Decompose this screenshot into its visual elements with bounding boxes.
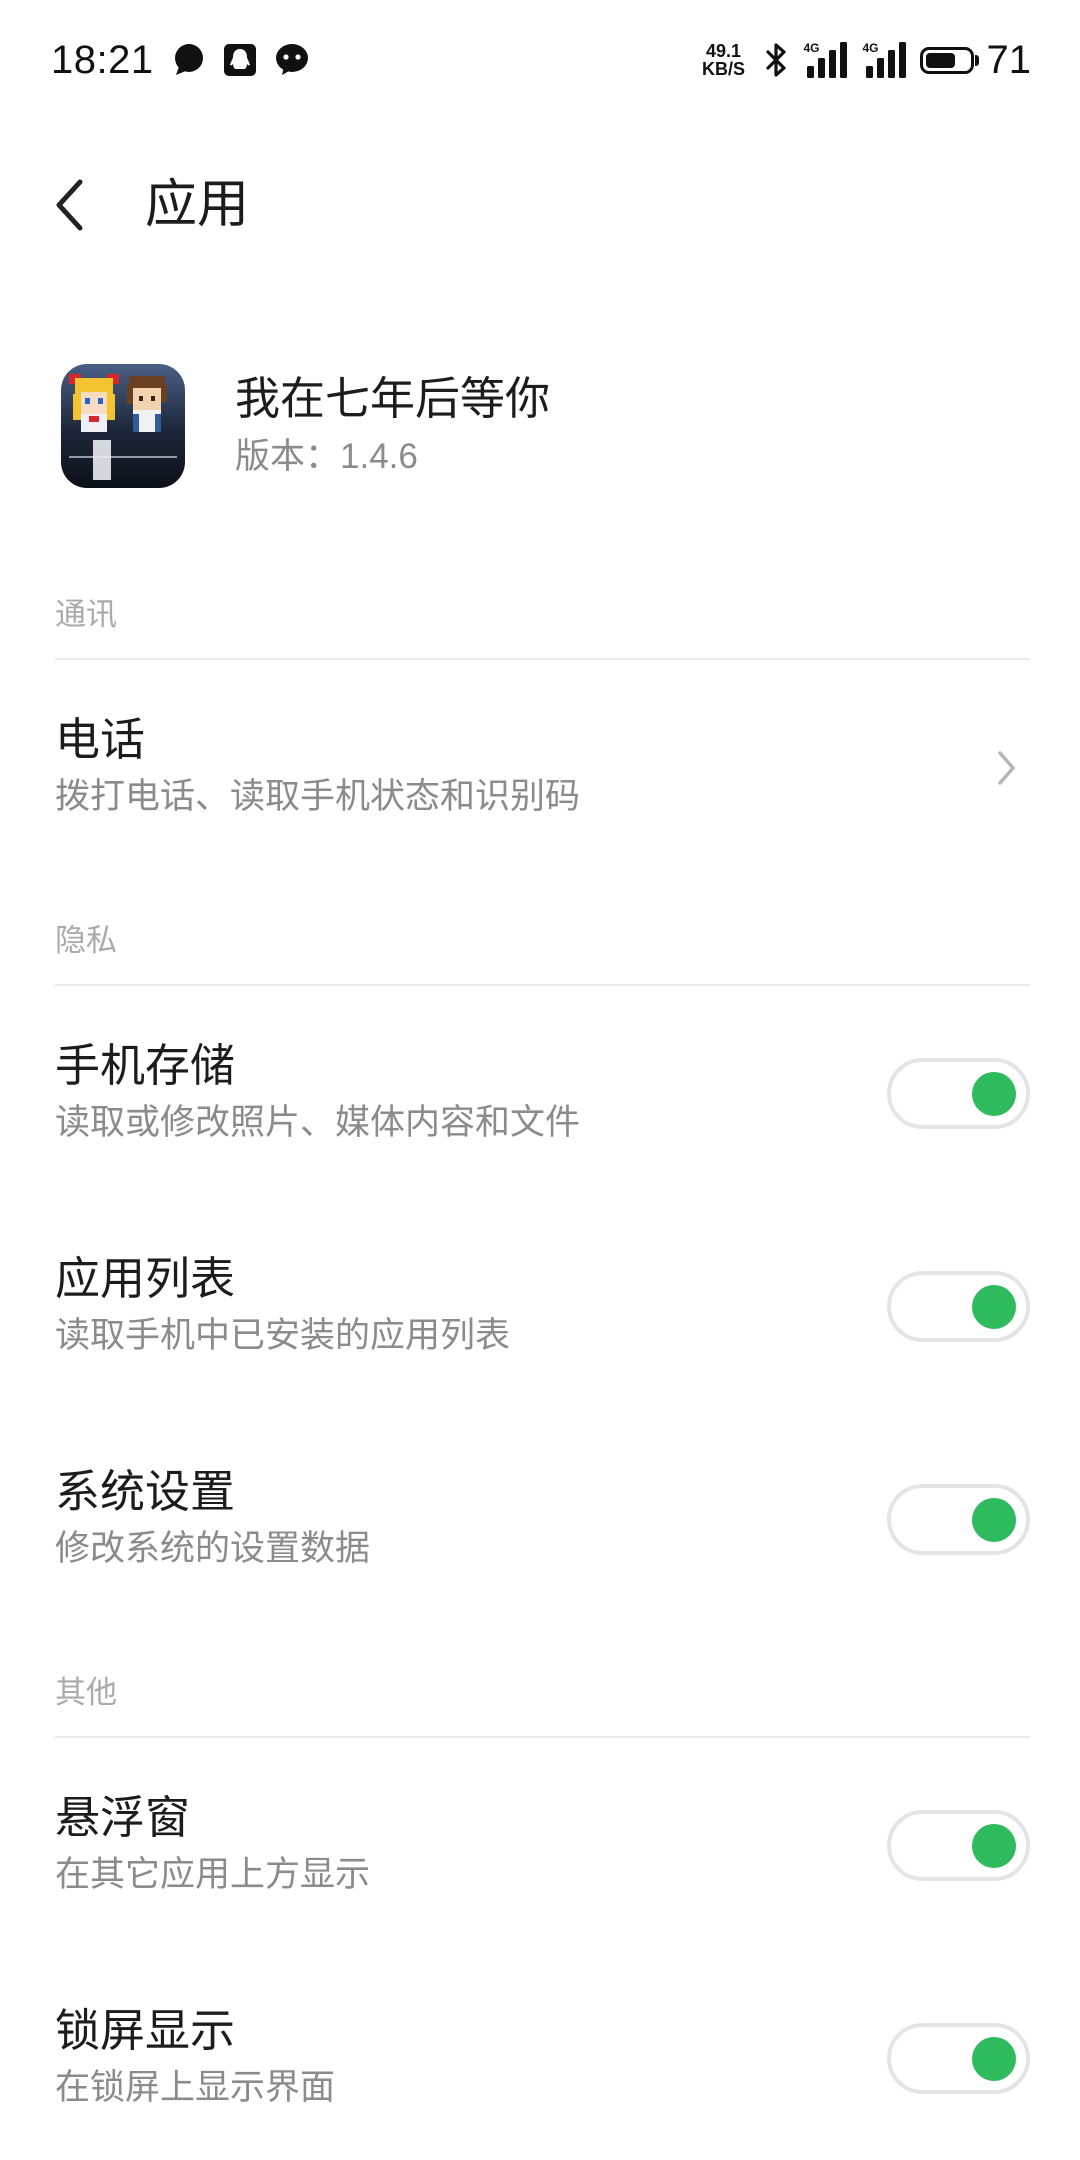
toggle-knob: [972, 1823, 1016, 1868]
bluetooth-icon: [762, 42, 790, 78]
permission-description: 修改系统的设置数据: [55, 1529, 371, 1568]
permission-item-storage: 手机存储 读取或修改照片、媒体内容和文件: [0, 986, 1080, 1199]
section-privacy: 隐私 手机存储 读取或修改照片、媒体内容和文件 应用列表 读取手机中已安装的应用…: [0, 873, 1080, 1625]
status-time: 18:21: [51, 38, 154, 82]
toggle-floating-window[interactable]: [887, 1810, 1030, 1881]
section-header: 隐私: [55, 873, 1030, 986]
toggle-knob: [972, 1497, 1016, 1542]
battery-fill: [925, 52, 956, 68]
permission-description: 在其它应用上方显示: [55, 1855, 371, 1894]
toggle-lock-screen-display[interactable]: [887, 2023, 1030, 2094]
permission-title: 系统设置: [55, 1466, 236, 1517]
permission-title: 悬浮窗: [55, 1792, 191, 1843]
battery-icon: [919, 46, 979, 74]
toggle-app-list[interactable]: [887, 1271, 1030, 1342]
section-title: 通讯: [55, 597, 117, 632]
battery-percent: 71: [986, 38, 1032, 82]
network-speed-value: 49.1: [705, 41, 742, 61]
toggle-storage[interactable]: [887, 1058, 1030, 1129]
section-header: 其他: [55, 1625, 1030, 1738]
permission-title: 手机存储: [55, 1040, 236, 1091]
signal-sim2-icon: 4G: [863, 42, 910, 78]
battery-inner: [925, 52, 968, 68]
sim2-network-type: 4G: [862, 41, 879, 55]
toggle-knob: [972, 2036, 1016, 2081]
header: 应用: [0, 120, 1080, 290]
section-title: 其他: [55, 1675, 117, 1710]
permission-item-floating-window: 悬浮窗 在其它应用上方显示: [0, 1738, 1080, 1951]
permission-item-system-settings: 系统设置 修改系统的设置数据: [0, 1412, 1080, 1625]
app-info: 我在七年后等你 版本：1.4.6: [0, 290, 1080, 547]
toggle-knob: [972, 1071, 1016, 1116]
permission-title: 电话: [55, 714, 146, 765]
app-version: 版本：1.4.6: [235, 437, 418, 476]
toggle-system-settings[interactable]: [887, 1484, 1030, 1555]
permission-item-lock-screen-display: 锁屏显示 在锁屏上显示界面: [0, 1951, 1080, 2160]
page-title: 应用: [145, 176, 250, 234]
status-bar: 18:21 49.1 KB/S 4G 4G 71: [0, 0, 1080, 120]
chevron-left-icon[interactable]: [50, 176, 94, 234]
section-communication: 通讯 电话 拨打电话、读取手机状态和识别码: [0, 547, 1080, 873]
wechat-icon: [274, 42, 310, 78]
permission-description: 读取或修改照片、媒体内容和文件: [55, 1103, 581, 1142]
permission-item-phone[interactable]: 电话 拨打电话、读取手机状态和识别码: [0, 660, 1080, 873]
signal-sim1-icon: 4G: [804, 42, 851, 78]
permission-description: 拨打电话、读取手机状态和识别码: [55, 777, 581, 816]
permission-title: 锁屏显示: [55, 2005, 236, 2056]
permission-title: 应用列表: [55, 1253, 236, 1304]
section-title: 隐私: [55, 923, 117, 958]
permission-item-app-list: 应用列表 读取手机中已安装的应用列表: [0, 1199, 1080, 1412]
network-speed: 49.1 KB/S: [700, 42, 748, 78]
chat-bubble-icon: [170, 42, 206, 78]
app-icon: [61, 364, 185, 488]
battery-body: [919, 46, 974, 74]
app-permissions-screen: 18:21 49.1 KB/S 4G 4G 71 应用 我在七年后等你 版本：1…: [0, 0, 1080, 2160]
permission-description: 读取手机中已安装的应用列表: [55, 1316, 511, 1355]
chevron-right-icon: [995, 749, 1017, 787]
permission-description: 在锁屏上显示界面: [55, 2068, 336, 2107]
battery-nub: [974, 54, 979, 66]
toggle-knob: [972, 1284, 1016, 1329]
qq-icon: [222, 42, 258, 78]
status-bar-right: 49.1 KB/S 4G 4G 71: [700, 0, 1032, 120]
network-speed-unit: KB/S: [701, 59, 745, 79]
status-bar-left: 18:21: [51, 0, 310, 120]
section-other: 其他 悬浮窗 在其它应用上方显示 锁屏显示 在锁屏上显示界面: [0, 1625, 1080, 2160]
sim1-network-type: 4G: [803, 41, 820, 55]
app-name: 我在七年后等你: [235, 373, 551, 424]
section-header: 通讯: [55, 547, 1030, 660]
